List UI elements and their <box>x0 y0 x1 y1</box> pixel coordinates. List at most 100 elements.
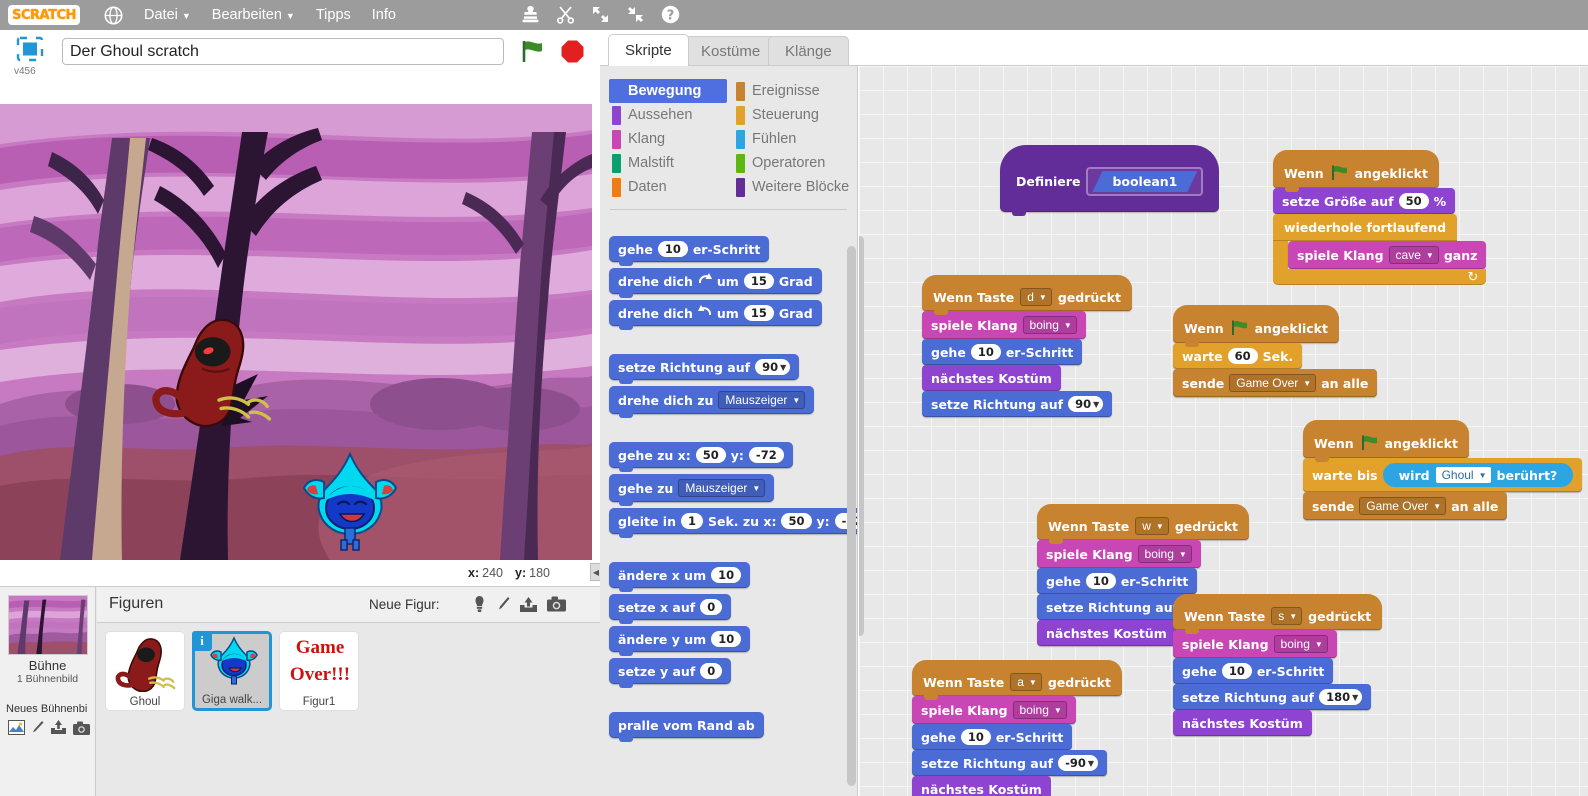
block-input[interactable]: 50 <box>695 447 726 463</box>
script-taste-d[interactable]: Wenn Taste d ▼ gedrückt spiele Klang boin… <box>922 275 1132 417</box>
block-sende-an-alle[interactable]: sende Game Over ▼ an alle <box>1303 492 1508 520</box>
category-ereignisse[interactable]: Ereignisse <box>733 79 851 103</box>
upload-icon[interactable] <box>50 720 67 738</box>
project-title-input[interactable]: Der Ghoul scratch <box>62 38 504 65</box>
block-spiele-klang-boing[interactable]: spiele Klang boing ▼ <box>912 696 1076 724</box>
palette-block-aendere-y[interactable]: ändere y um 10 <box>609 626 857 656</box>
tab-klaenge[interactable]: Klänge <box>768 36 849 66</box>
palette-block-gehe-zu-xy[interactable]: gehe zu x: 50 y: -72 <box>609 442 857 472</box>
block-input[interactable]: 50 <box>1398 193 1429 209</box>
block-input[interactable]: 1 <box>680 513 703 529</box>
block-dropdown[interactable]: 90 ▼ <box>755 359 791 375</box>
green-flag-icon[interactable] <box>519 38 547 68</box>
category-klang[interactable]: Klang <box>609 127 727 151</box>
block-spiele-klang-boing[interactable]: spiele Klang boing ▼ <box>1037 540 1201 568</box>
block-dropdown[interactable]: boing ▼ <box>1012 701 1067 719</box>
block-naechstes-kostuem[interactable]: nächstes Kostüm <box>1173 710 1312 736</box>
palette-block-setze-x[interactable]: setze x auf 0 <box>609 594 857 624</box>
menu-item-tipps[interactable]: Tipps <box>316 7 351 23</box>
scratch-logo[interactable]: SCRATCH <box>8 5 80 25</box>
camera-icon[interactable] <box>547 596 566 615</box>
block-input[interactable]: 0 <box>700 599 723 615</box>
paint-icon[interactable] <box>31 720 44 738</box>
palette-block-setze-richtung[interactable]: setze Richtung auf 90 ▼ <box>609 354 857 384</box>
palette-block-setze-y[interactable]: setze y auf 0 <box>609 658 857 688</box>
block-dropdown[interactable]: Game Over ▼ <box>1359 497 1447 515</box>
menu-item-datei[interactable]: Datei ▼ <box>144 7 191 23</box>
grow-icon[interactable] <box>590 4 611 25</box>
block-input[interactable]: 10 <box>657 241 688 257</box>
block-wiederhole-fortlaufend[interactable]: wiederhole fortlaufend spiele Klang cave… <box>1273 214 1487 285</box>
block-dropdown[interactable]: -90 ▼ <box>1058 755 1098 771</box>
upload-icon[interactable] <box>519 596 538 616</box>
block-spiele-klang-cave[interactable]: spiele Klang cave ▼ ganz <box>1288 241 1487 269</box>
category-daten[interactable]: Daten <box>609 175 727 199</box>
palette-block-gehe-schritt[interactable]: gehe 10 er-Schritt <box>609 236 857 266</box>
palette-block-aendere-x[interactable]: ändere x um 10 <box>609 562 857 592</box>
canvas-scrollbar[interactable] <box>859 236 864 636</box>
camera-icon[interactable] <box>73 721 90 738</box>
tab-skripte[interactable]: Skripte <box>608 34 689 66</box>
help-icon[interactable]: ? <box>660 4 681 25</box>
block-dropdown[interactable]: Ghoul ▼ <box>1435 467 1491 483</box>
category-operatoren[interactable]: Operatoren <box>733 151 851 175</box>
block-sende-an-alle[interactable]: sende Game Over ▼ an alle <box>1173 369 1378 397</box>
stamp-icon[interactable] <box>520 4 541 25</box>
paint-icon[interactable] <box>497 595 510 616</box>
hat-wenn-taste-s[interactable]: Wenn Taste s ▼ gedrückt <box>1173 594 1383 634</box>
script-definiere[interactable]: Definiere boolean1 <box>1000 145 1220 216</box>
library-icon[interactable] <box>8 720 25 738</box>
block-gehe-schritt[interactable]: gehe 10 er-Schritt <box>912 724 1073 750</box>
category-aussehen[interactable]: Aussehen <box>609 103 727 127</box>
script-canvas[interactable]: Definiere boolean1 Wenn angeklickt setze… <box>859 66 1588 796</box>
palette-scrollbar[interactable] <box>847 246 856 786</box>
hat-definiere[interactable]: Definiere boolean1 <box>1000 145 1220 216</box>
stage-canvas[interactable] <box>0 104 592 560</box>
block-setze-richtung[interactable]: setze Richtung auf <box>1037 594 1188 620</box>
key-dropdown[interactable]: d ▼ <box>1020 288 1052 306</box>
hat-wenn-flag-angeklickt[interactable]: Wenn angeklickt <box>1273 150 1439 192</box>
palette-block-gehe-zu[interactable]: gehe zu Mauszeiger ▼ <box>609 474 857 506</box>
script-flag-warte-beruehrt[interactable]: Wenn angeklickt warte bis wird Ghoul ▼ b… <box>1303 420 1583 520</box>
menu-item-info[interactable]: Info <box>372 7 396 23</box>
block-naechstes-kostuem[interactable]: nächstes Kostüm <box>922 365 1061 391</box>
block-input[interactable]: 15 <box>743 305 774 321</box>
shrink-icon[interactable] <box>625 4 646 25</box>
block-dropdown[interactable]: boing ▼ <box>1273 635 1328 653</box>
hat-wenn-taste-d[interactable]: Wenn Taste d ▼ gedrückt <box>922 275 1132 315</box>
library-icon[interactable] <box>471 595 488 616</box>
block-naechstes-kostuem[interactable]: nächstes Kostüm <box>912 776 1051 796</box>
tab-kostueme[interactable]: Kostüme <box>684 36 778 66</box>
script-flag-warte-60[interactable]: Wenn angeklickt warte 60 Sek. sende Game… <box>1173 305 1378 397</box>
stop-icon[interactable] <box>560 39 585 64</box>
fullscreen-icon[interactable] <box>10 35 50 65</box>
block-setze-richtung[interactable]: setze Richtung auf -90 ▼ <box>912 750 1107 776</box>
block-dropdown[interactable]: 180 ▼ <box>1319 689 1363 705</box>
scissors-icon[interactable] <box>555 4 576 25</box>
menu-item-bearbeiten[interactable]: Bearbeiten ▼ <box>212 7 295 23</box>
script-flag-groesse-klang[interactable]: Wenn angeklickt setze Größe auf 50 % wie… <box>1273 150 1487 285</box>
block-input[interactable]: 10 <box>960 729 991 745</box>
hat-wenn-taste-w[interactable]: Wenn Taste w ▼ gedrückt <box>1037 504 1249 544</box>
script-taste-a[interactable]: Wenn Taste a ▼ gedrückt spiele Klang boin… <box>912 660 1122 796</box>
block-naechstes-kostuem[interactable]: nächstes Kostüm <box>1037 620 1176 646</box>
block-dropdown[interactable]: boing ▼ <box>1022 316 1077 334</box>
category-steuerung[interactable]: Steuerung <box>733 103 851 127</box>
palette-block-drehe-links[interactable]: drehe dich um 15 Grad <box>609 300 857 330</box>
palette-block-pralle-ab[interactable]: pralle vom Rand ab <box>609 712 857 742</box>
block-setze-richtung[interactable]: setze Richtung auf 90 ▼ <box>922 391 1113 417</box>
key-dropdown[interactable]: s ▼ <box>1271 607 1303 625</box>
block-input[interactable]: 0 <box>700 663 723 679</box>
block-warte-bis[interactable]: warte bis wird Ghoul ▼ berührt? <box>1303 458 1583 492</box>
block-wird-beruehrt[interactable]: wird Ghoul ▼ berührt? <box>1382 463 1574 487</box>
block-input[interactable]: 50 <box>781 513 812 529</box>
block-input[interactable]: 10 <box>1221 663 1252 679</box>
key-dropdown[interactable]: w ▼ <box>1135 517 1169 535</box>
block-input[interactable]: 10 <box>711 631 742 647</box>
hat-wenn-flag-angeklickt[interactable]: Wenn angeklickt <box>1173 305 1339 347</box>
definiere-param[interactable]: boolean1 <box>1092 171 1197 192</box>
palette-block-drehe-rechts[interactable]: drehe dich um 15 Grad <box>609 268 857 298</box>
block-input[interactable]: 10 <box>711 567 742 583</box>
block-setze-richtung[interactable]: setze Richtung auf 180 ▼ <box>1173 684 1372 710</box>
block-dropdown[interactable]: Game Over ▼ <box>1229 374 1317 392</box>
